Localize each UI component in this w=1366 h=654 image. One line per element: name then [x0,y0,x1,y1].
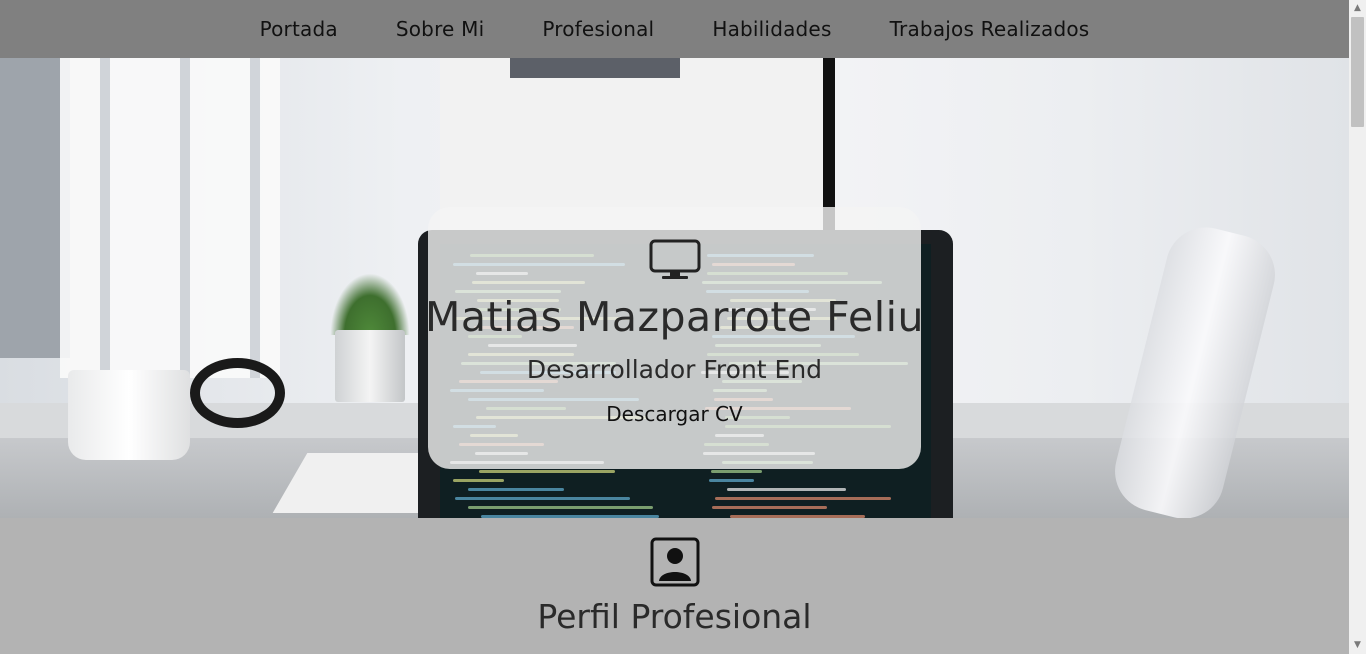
profile-section: Perfil Profesional [0,518,1349,654]
nav-sobre-mi[interactable]: Sobre Mi [396,17,485,41]
user-portrait-icon [650,537,699,587]
page-scrollbar[interactable]: ▲ ▼ [1349,0,1366,654]
scroll-up-icon[interactable]: ▲ [1349,0,1366,17]
nav-trabajos-realizados[interactable]: Trabajos Realizados [890,17,1090,41]
hero-card: Matias Mazparrote Feliu Desarrollador Fr… [425,207,924,469]
desktop-monitor-icon [649,239,700,279]
nav-portada[interactable]: Portada [260,17,338,41]
nav-profesional[interactable]: Profesional [542,17,654,41]
scroll-down-icon[interactable]: ▼ [1349,637,1366,654]
hero-role: Desarrollador Front End [526,355,823,384]
profile-title: Perfil Profesional [537,597,812,636]
hero-name: Matias Mazparrote Feliu [425,293,924,341]
hero-section: Matias Mazparrote Feliu Desarrollador Fr… [0,58,1349,518]
download-cv-link[interactable]: Descargar CV [606,402,742,426]
nav-habilidades[interactable]: Habilidades [712,17,831,41]
top-navigation: Portada Sobre Mi Profesional Habilidades… [0,0,1349,58]
scrollbar-thumb[interactable] [1351,17,1364,127]
